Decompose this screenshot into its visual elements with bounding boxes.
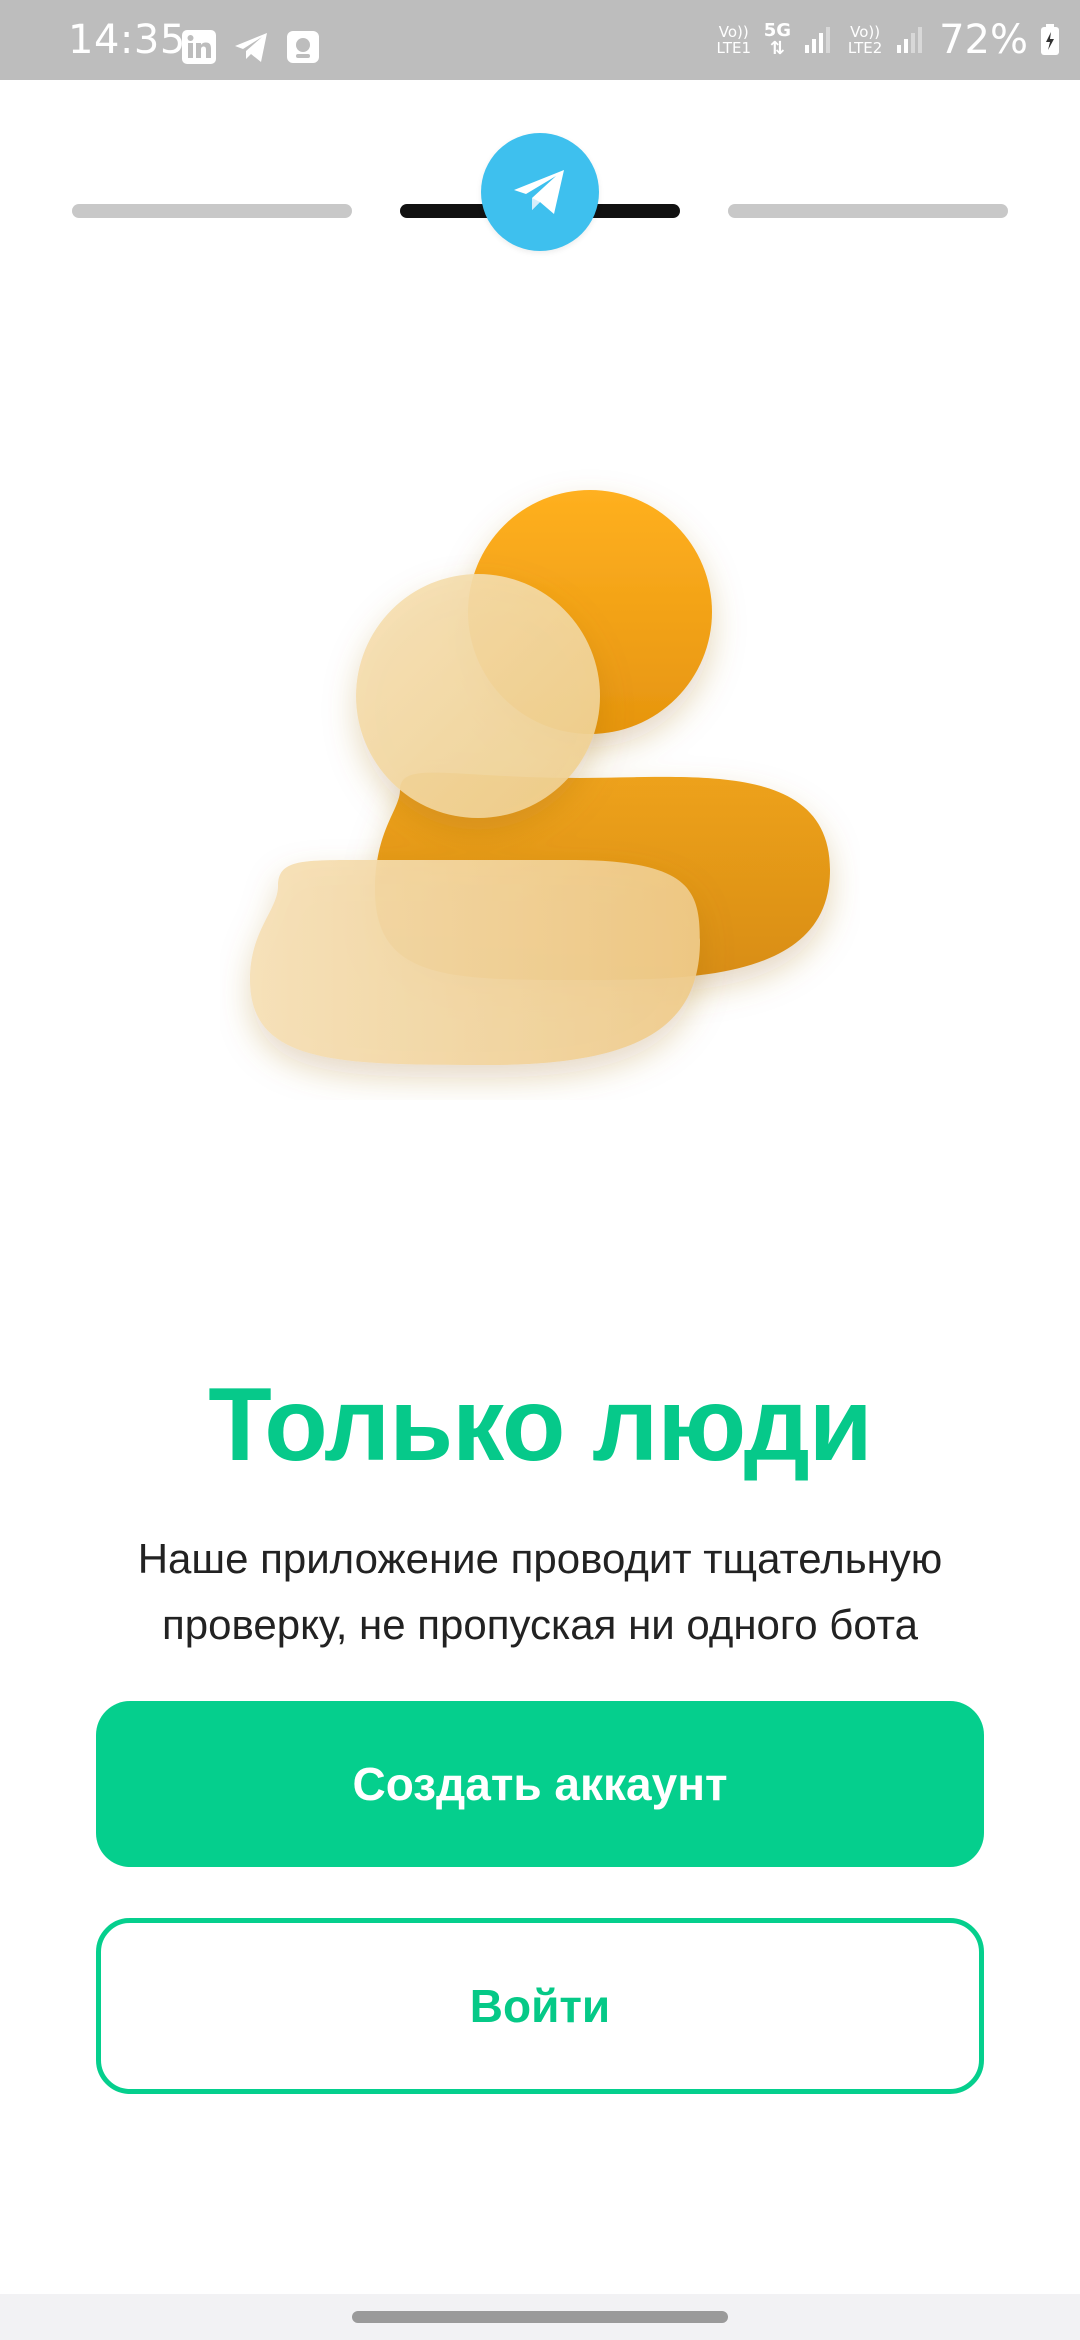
status-notification-icons xyxy=(180,28,322,66)
progress-step-3 xyxy=(728,204,1008,218)
page-title: Только люди xyxy=(208,1367,872,1483)
sim2-label: Vo)) LTE2 xyxy=(847,23,883,57)
battery-percent: 72% xyxy=(939,17,1028,63)
telegram-floating-button[interactable] xyxy=(481,133,599,251)
status-time: 14:35 xyxy=(68,17,186,63)
linkedin-icon xyxy=(180,28,218,66)
network-type-label: 5G ⇅ xyxy=(764,22,791,58)
create-account-button[interactable]: Создать аккаунт xyxy=(96,1701,984,1867)
notes-icon xyxy=(284,28,322,66)
battery-charging-icon xyxy=(1041,24,1059,55)
telegram-plane-icon xyxy=(514,170,564,214)
page-description: Наше приложение проводит тщательную пров… xyxy=(137,1535,943,1648)
telegram-icon xyxy=(232,28,270,66)
signal-strength-icon xyxy=(805,27,831,53)
signal-strength-2-icon xyxy=(897,27,923,53)
login-button[interactable]: Войти xyxy=(96,1918,984,2094)
status-bar: 14:35 Vo)) LTE1 5G ⇅ Vo)) LTE2 72% xyxy=(0,0,1080,80)
progress-step-1 xyxy=(72,204,352,218)
status-system-icons: Vo)) LTE1 5G ⇅ Vo)) LTE2 72% xyxy=(716,0,1060,80)
home-gesture-handle[interactable] xyxy=(352,2311,728,2323)
data-arrows-icon: ⇅ xyxy=(769,38,785,59)
sim1-label: Vo)) LTE1 xyxy=(716,23,752,57)
system-navigation-bar xyxy=(0,2294,1080,2340)
people-illustration xyxy=(220,460,860,1100)
